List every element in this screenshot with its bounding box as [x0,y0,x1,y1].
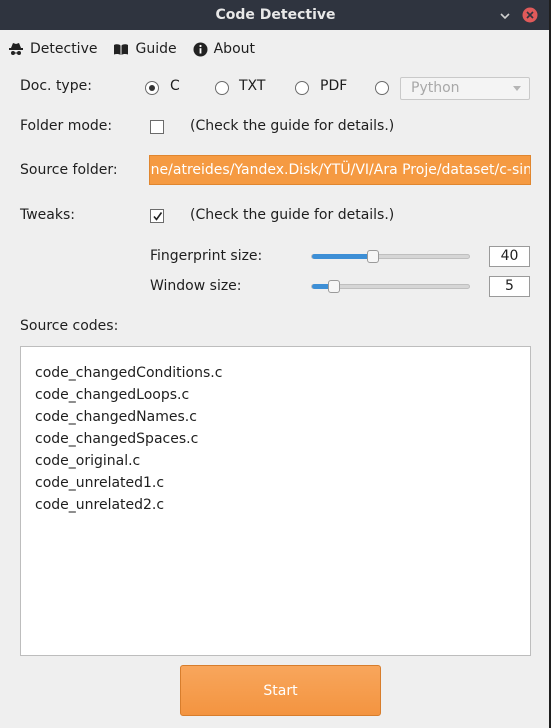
open-book-icon [114,43,129,55]
list-item[interactable]: code_original.c [35,450,530,472]
source-folder-field[interactable]: ne/atreides/Yandex.Disk/YTÜ/VI/Ara Proje… [149,155,531,185]
fingerprint-size-slider-handle[interactable] [367,250,380,263]
list-item[interactable]: code_changedNames.c [35,406,530,428]
fingerprint-size-input[interactable]: 40 [489,246,530,267]
close-button[interactable] [522,7,538,23]
menu-about[interactable]: About [185,30,263,68]
minimize-icon [500,13,510,20]
folder-mode-hint: (Check the guide for details.) [190,118,395,134]
window-size-slider-handle[interactable] [327,280,340,293]
source-codes-list[interactable]: code_changedConditions.c code_changedLoop… [20,346,531,656]
file-list: code_changedConditions.c code_changedLoop… [21,347,530,516]
tweaks-label: Tweaks: [20,207,75,223]
tweaks-hint: (Check the guide for details.) [190,207,395,223]
list-item[interactable]: code_changedLoops.c [35,384,530,406]
source-codes-label: Source codes: [20,318,119,334]
language-select[interactable]: Python [400,77,530,100]
fingerprint-size-label: Fingerprint size: [150,248,263,264]
radio-c[interactable] [145,81,159,95]
start-button-label: Start [263,682,298,699]
menu-about-label: About [213,41,256,57]
title-bar: Code Detective [0,0,551,30]
minimize-button[interactable] [497,7,513,23]
radio-txt[interactable] [215,81,229,95]
window-size-label: Window size: [150,278,242,294]
menu-guide[interactable]: Guide [105,30,184,68]
menu-detective[interactable]: Detective [0,30,105,68]
doc-type-label: Doc. type: [20,78,92,94]
folder-mode-label: Folder mode: [20,118,113,134]
menu-guide-label: Guide [135,41,177,57]
radio-txt-label: TXT [239,78,266,94]
radio-pdf[interactable] [295,81,309,95]
chevron-down-icon [513,86,521,91]
source-folder-value: ne/atreides/Yandex.Disk/YTÜ/VI/Ara Proje… [150,162,531,178]
menu-detective-label: Detective [30,41,98,57]
start-button[interactable]: Start [180,665,381,716]
list-item[interactable]: code_changedConditions.c [35,362,530,384]
close-icon [522,7,538,23]
folder-mode-checkbox[interactable] [150,120,164,134]
tweaks-checkbox[interactable] [150,209,164,223]
window-size-slider[interactable] [311,280,470,293]
checkmark-icon [152,211,162,221]
info-icon [193,42,208,56]
source-folder-label: Source folder: [20,162,118,178]
fingerprint-size-slider[interactable] [311,250,470,263]
radio-c-label: C [170,78,180,94]
list-item[interactable]: code_unrelated2.c [35,494,530,516]
radio-pdf-label: PDF [320,78,348,94]
language-select-value: Python [411,80,460,96]
window-title: Code Detective [215,7,336,23]
radio-language[interactable] [375,81,389,95]
window-size-input[interactable]: 5 [489,276,530,297]
detective-hat-icon [9,43,23,55]
list-item[interactable]: code_unrelated1.c [35,472,530,494]
fingerprint-size-slider-fill [312,254,374,259]
list-item[interactable]: code_changedSpaces.c [35,428,530,450]
menu-bar: Detective Guide About [0,30,551,68]
